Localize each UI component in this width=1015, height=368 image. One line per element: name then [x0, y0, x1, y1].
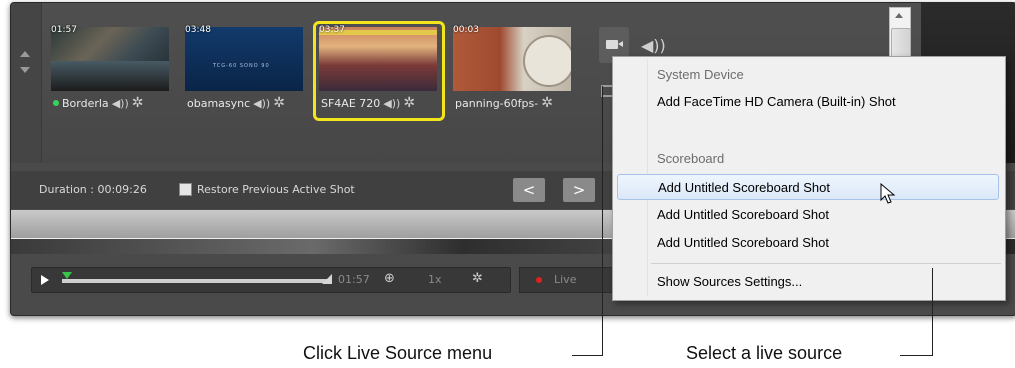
playback-speed[interactable]: 1x: [428, 273, 442, 286]
menu-separator: [651, 263, 1001, 264]
gear-icon[interactable]: ✲: [541, 95, 553, 111]
thumbnail-scene: [51, 61, 169, 91]
menu-item-scoreboard-3[interactable]: Add Untitled Scoreboard Shot: [617, 230, 999, 256]
callout-right: Select a live source: [686, 343, 843, 363]
volume-icon[interactable]: ◀)): [112, 97, 129, 110]
duration-label: Duration : 00:09:26: [39, 183, 147, 196]
shot-card[interactable]: 00:03 panning-60fps- ✲: [449, 23, 575, 119]
gear-icon[interactable]: ✲: [403, 95, 415, 111]
play-icon[interactable]: [41, 275, 49, 285]
shot-thumbnail[interactable]: [51, 27, 169, 91]
shot-card[interactable]: 01:57 Borderla ◀)) ✲: [47, 23, 173, 119]
in-point-marker-icon[interactable]: [62, 272, 72, 279]
timeline-time: 01:57: [338, 273, 370, 286]
shot-name: SF4AE 720: [321, 96, 381, 110]
live-dot-icon: [536, 277, 542, 283]
shot-duration: 03:37: [319, 25, 345, 35]
timeline-track[interactable]: [62, 279, 332, 283]
restore-checkbox[interactable]: [179, 183, 192, 196]
out-point-marker-icon[interactable]: [322, 274, 332, 284]
shot-card[interactable]: TCG-60 SONO 90 03:48 obamasync ◀)) ✲: [181, 23, 307, 119]
live-label: Live: [554, 273, 577, 286]
thumbnail-caption: TCG-60 SONO 90: [213, 63, 270, 69]
restore-label[interactable]: Restore Previous Active Shot: [197, 183, 355, 196]
callout-line-right-vertical: [932, 268, 933, 356]
callout-left: Click Live Source menu: [303, 343, 493, 363]
volume-icon[interactable]: ◀)): [253, 97, 270, 110]
zoom-icon[interactable]: ⊕: [384, 271, 395, 286]
scroll-up-icon[interactable]: [895, 13, 903, 18]
gear-icon[interactable]: ✲: [273, 95, 285, 111]
previous-button[interactable]: <: [513, 178, 545, 202]
live-source-menu: System Device Add FaceTime HD Camera (Bu…: [612, 56, 1006, 301]
shot-card-selected[interactable]: 03:37 SF4AE 720 ◀)) ✲: [313, 21, 445, 121]
menu-header-system-device: System Device: [657, 67, 744, 82]
health-bar: [319, 30, 437, 35]
shot-duration: 00:03: [453, 25, 479, 35]
shots-scroller: [11, 3, 42, 163]
shot-thumbnail[interactable]: TCG-60 SONO 90: [185, 27, 303, 91]
callout-line-right-horizontal: [900, 355, 933, 356]
shot-name: Borderla: [62, 96, 109, 110]
volume-icon[interactable]: ◀)): [383, 97, 400, 110]
shot-duration: 03:48: [185, 25, 211, 35]
menu-item-scoreboard-1[interactable]: Add Untitled Scoreboard Shot: [617, 174, 999, 200]
callout-line-left-horizontal: [572, 355, 603, 356]
scroll-up-arrow-icon[interactable]: [20, 51, 30, 57]
shot-thumbnail[interactable]: [453, 27, 571, 91]
transport-bar: 01:57 ⊕ 1x ✲: [31, 267, 511, 293]
live-indicator: [53, 100, 59, 106]
menu-item-show-sources-settings[interactable]: Show Sources Settings...: [617, 269, 999, 295]
thumbnail-scene: [523, 35, 571, 87]
gear-icon[interactable]: ✲: [132, 95, 144, 111]
shot-name: panning-60fps-: [455, 96, 539, 110]
scroll-down-arrow-icon[interactable]: [20, 67, 30, 73]
callout-line-left-vertical: [602, 86, 603, 356]
shot-thumbnail[interactable]: [319, 27, 437, 91]
shot-duration: 01:57: [51, 25, 77, 35]
menu-item-scoreboard-2[interactable]: Add Untitled Scoreboard Shot: [617, 202, 999, 228]
next-button[interactable]: >: [563, 178, 595, 202]
shot-name: obamasync: [187, 96, 251, 110]
camera-icon: [606, 40, 623, 49]
menu-header-scoreboard: Scoreboard: [657, 151, 725, 166]
menu-item-add-facetime[interactable]: Add FaceTime HD Camera (Built-in) Shot: [617, 89, 999, 115]
speaker-icon[interactable]: ◀)): [641, 36, 666, 55]
gear-icon[interactable]: ✲: [472, 271, 483, 286]
